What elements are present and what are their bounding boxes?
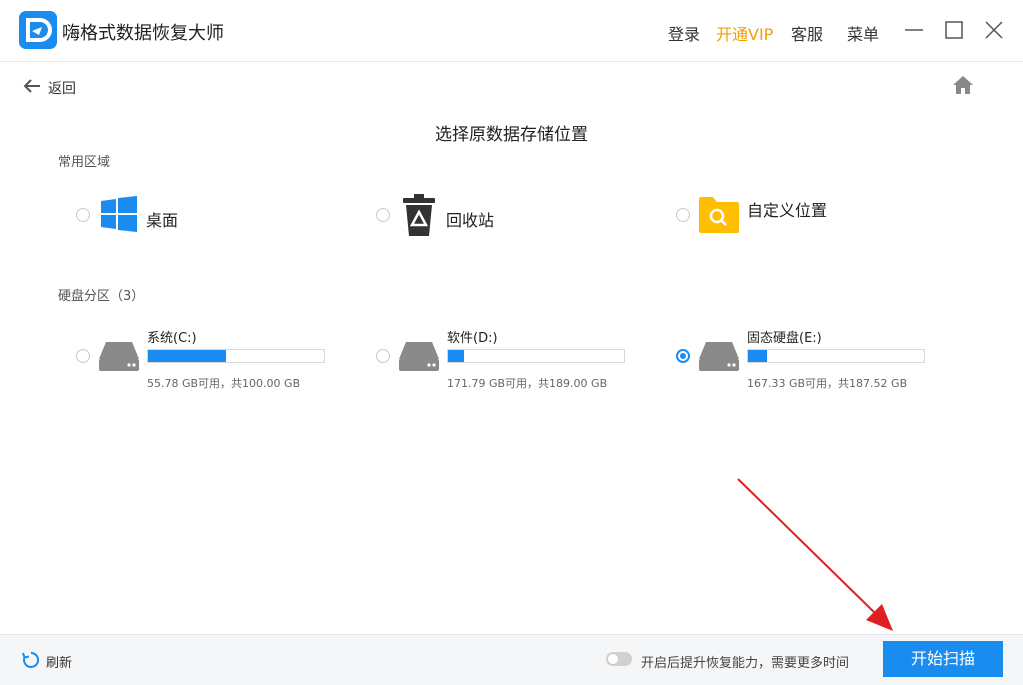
refresh-label: 刷新: [46, 656, 73, 671]
refresh-icon: [22, 651, 40, 668]
home-icon[interactable]: [951, 74, 975, 96]
disk-e-usage-bar: [747, 349, 925, 363]
enhanced-recovery-label: 开启后提升恢复能力，需要更多时间: [641, 656, 850, 671]
custom-location-radio[interactable]: [676, 208, 690, 222]
folder-search-icon: [699, 197, 739, 233]
hard-drive-icon: [399, 342, 439, 371]
disk-partitions-label: 硬盘分区（3）: [58, 289, 145, 304]
back-button[interactable]: 返回: [22, 76, 76, 97]
desktop-label: 桌面: [146, 211, 179, 230]
arrow-left-icon: [23, 79, 40, 93]
app-logo-icon: [19, 11, 57, 49]
disk-c-usage-bar: [147, 349, 325, 363]
enhanced-recovery-toggle[interactable]: [606, 652, 632, 666]
refresh-button[interactable]: 刷新: [22, 651, 72, 673]
recycle-bin-icon: [403, 194, 435, 236]
disk-e-info: 167.33 GB可用，共187.52 GB: [747, 377, 908, 390]
title-bar: 嗨格式数据恢复大师 登录 开通VIP 客服 菜单: [0, 0, 1023, 62]
disk-e-name: 固态硬盘(E:): [747, 331, 822, 346]
disk-c-name: 系统(C:): [147, 331, 197, 346]
windows-icon: [101, 196, 137, 232]
vip-link[interactable]: 开通VIP: [716, 21, 773, 45]
custom-location-label: 自定义位置: [747, 201, 828, 220]
page-title: 选择原数据存储位置: [435, 125, 588, 145]
disk-c-radio[interactable]: [76, 349, 90, 363]
disk-e-usage-fill: [748, 350, 767, 362]
disk-c-info: 55.78 GB可用，共100.00 GB: [147, 377, 301, 390]
disk-c-usage-fill: [148, 350, 226, 362]
back-label: 返回: [48, 81, 76, 97]
customer-service-link[interactable]: 客服: [791, 21, 823, 45]
disk-d-name: 软件(D:): [447, 331, 498, 346]
disk-d-usage-bar: [447, 349, 625, 363]
disk-d-usage-fill: [448, 350, 465, 362]
disk-e-radio[interactable]: [676, 349, 690, 363]
maximize-icon[interactable]: [940, 16, 968, 44]
close-icon[interactable]: [980, 16, 1008, 44]
recycle-bin-label: 回收站: [446, 211, 495, 230]
login-link[interactable]: 登录: [668, 21, 700, 45]
minimize-icon[interactable]: [900, 16, 928, 44]
app-title: 嗨格式数据恢复大师: [62, 23, 224, 44]
disk-d-info: 171.79 GB可用，共189.00 GB: [447, 377, 608, 390]
disk-d-radio[interactable]: [376, 349, 390, 363]
start-scan-button[interactable]: 开始扫描: [883, 641, 1003, 677]
menu-link[interactable]: 菜单: [847, 21, 879, 45]
footer-bar: 刷新 开启后提升恢复能力，需要更多时间 开始扫描: [0, 634, 1023, 685]
hard-drive-icon: [699, 342, 739, 371]
hard-drive-icon: [99, 342, 139, 371]
desktop-radio[interactable]: [76, 208, 90, 222]
common-area-label: 常用区域: [58, 155, 111, 170]
recycle-bin-radio[interactable]: [376, 208, 390, 222]
